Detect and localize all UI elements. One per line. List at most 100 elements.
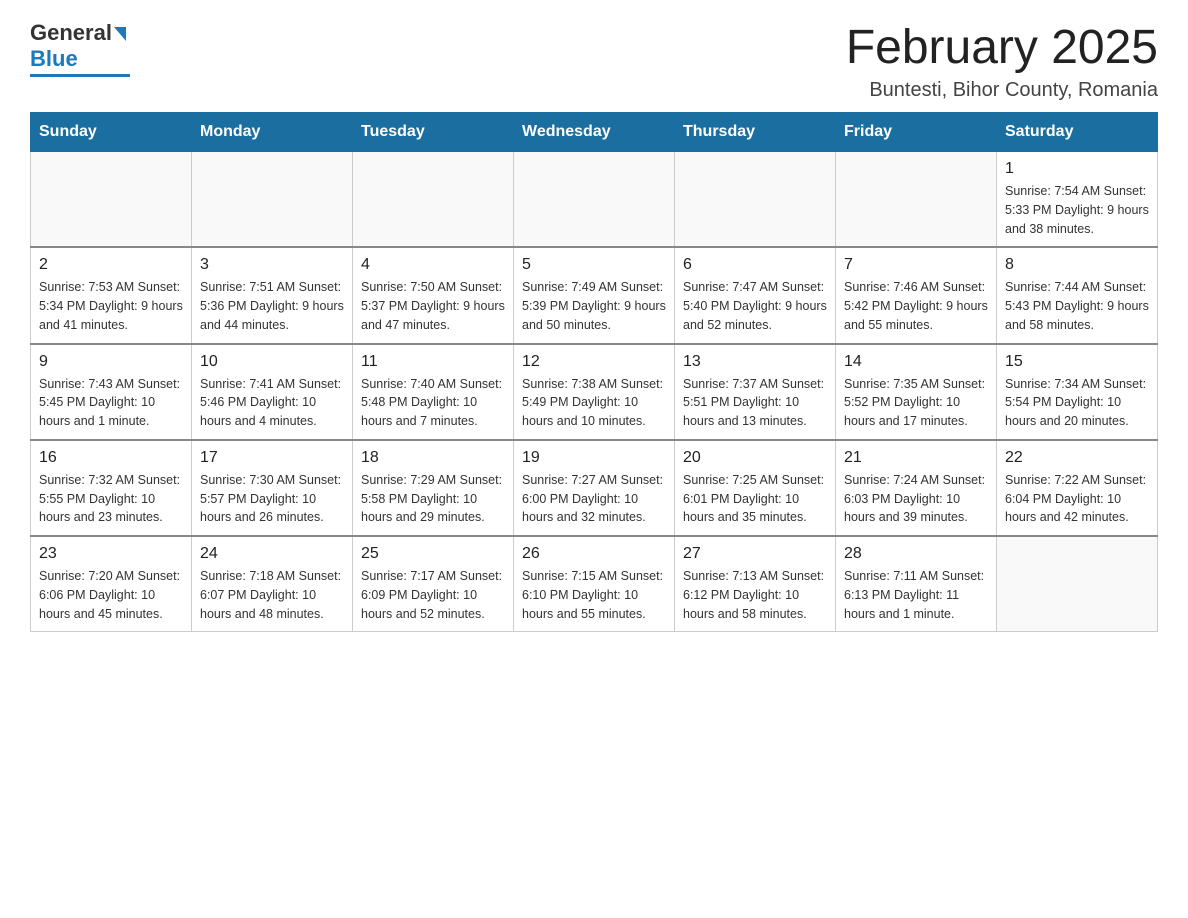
calendar-cell: 18Sunrise: 7:29 AM Sunset: 5:58 PM Dayli… (353, 440, 514, 536)
day-number: 9 (39, 353, 183, 371)
day-info: Sunrise: 7:11 AM Sunset: 6:13 PM Dayligh… (844, 567, 988, 623)
calendar-cell: 10Sunrise: 7:41 AM Sunset: 5:46 PM Dayli… (192, 344, 353, 440)
day-info: Sunrise: 7:50 AM Sunset: 5:37 PM Dayligh… (361, 278, 505, 334)
day-number: 14 (844, 353, 988, 371)
day-number: 11 (361, 353, 505, 371)
day-info: Sunrise: 7:47 AM Sunset: 5:40 PM Dayligh… (683, 278, 827, 334)
calendar-cell: 9 Sunrise: 7:43 AM Sunset: 5:45 PM Daylig… (31, 344, 192, 440)
day-number: 16 (39, 449, 183, 467)
day-info: Sunrise: 7:38 AM Sunset: 5:49 PM Dayligh… (522, 375, 666, 431)
month-title: February 2025 (846, 20, 1158, 75)
day-number: 25 (361, 545, 505, 563)
day-info: Sunrise: 7:51 AM Sunset: 5:36 PM Dayligh… (200, 278, 344, 334)
day-info: Sunrise: 7:18 AM Sunset: 6:07 PM Dayligh… (200, 567, 344, 623)
calendar-cell (514, 152, 675, 248)
day-info: Sunrise: 7:20 AM Sunset: 6:06 PM Dayligh… (39, 567, 183, 623)
calendar-header-row: SundayMondayTuesdayWednesdayThursdayFrid… (31, 113, 1158, 152)
day-info: Sunrise: 7:29 AM Sunset: 5:58 PM Dayligh… (361, 471, 505, 527)
column-header-monday: Monday (192, 113, 353, 152)
day-info: Sunrise: 7:27 AM Sunset: 6:00 PM Dayligh… (522, 471, 666, 527)
calendar-cell: 20 Sunrise: 7:25 AM Sunset: 6:01 PM Dayli… (675, 440, 836, 536)
calendar-cell: 13Sunrise: 7:37 AM Sunset: 5:51 PM Dayli… (675, 344, 836, 440)
calendar-cell: 5 Sunrise: 7:49 AM Sunset: 5:39 PM Daylig… (514, 247, 675, 343)
day-info: Sunrise: 7:49 AM Sunset: 5:39 PM Dayligh… (522, 278, 666, 334)
column-header-tuesday: Tuesday (353, 113, 514, 152)
logo-general-text: General (30, 20, 112, 46)
column-header-saturday: Saturday (997, 113, 1158, 152)
day-info: Sunrise: 7:40 AM Sunset: 5:48 PM Dayligh… (361, 375, 505, 431)
day-number: 3 (200, 256, 344, 274)
day-number: 7 (844, 256, 988, 274)
day-info: Sunrise: 7:44 AM Sunset: 5:43 PM Dayligh… (1005, 278, 1149, 334)
calendar-cell: 27Sunrise: 7:13 AM Sunset: 6:12 PM Dayli… (675, 536, 836, 632)
calendar-cell: 8 Sunrise: 7:44 AM Sunset: 5:43 PM Daylig… (997, 247, 1158, 343)
day-number: 17 (200, 449, 344, 467)
day-info: Sunrise: 7:43 AM Sunset: 5:45 PM Dayligh… (39, 375, 183, 431)
calendar-cell: 12 Sunrise: 7:38 AM Sunset: 5:49 PM Dayli… (514, 344, 675, 440)
day-number: 6 (683, 256, 827, 274)
day-info: Sunrise: 7:30 AM Sunset: 5:57 PM Dayligh… (200, 471, 344, 527)
day-info: Sunrise: 7:22 AM Sunset: 6:04 PM Dayligh… (1005, 471, 1149, 527)
day-info: Sunrise: 7:13 AM Sunset: 6:12 PM Dayligh… (683, 567, 827, 623)
day-info: Sunrise: 7:24 AM Sunset: 6:03 PM Dayligh… (844, 471, 988, 527)
calendar-cell: 25 Sunrise: 7:17 AM Sunset: 6:09 PM Dayli… (353, 536, 514, 632)
logo-blue-text: Blue (30, 46, 78, 72)
calendar-cell: 2 Sunrise: 7:53 AM Sunset: 5:34 PM Daylig… (31, 247, 192, 343)
column-header-sunday: Sunday (31, 113, 192, 152)
day-number: 19 (522, 449, 666, 467)
calendar-cell: 15 Sunrise: 7:34 AM Sunset: 5:54 PM Dayli… (997, 344, 1158, 440)
calendar-cell: 17 Sunrise: 7:30 AM Sunset: 5:57 PM Dayli… (192, 440, 353, 536)
logo-arrow-icon (114, 27, 126, 41)
logo-underline (30, 74, 130, 77)
calendar-week-2: 2 Sunrise: 7:53 AM Sunset: 5:34 PM Daylig… (31, 247, 1158, 343)
day-info: Sunrise: 7:25 AM Sunset: 6:01 PM Dayligh… (683, 471, 827, 527)
calendar-cell: 14 Sunrise: 7:35 AM Sunset: 5:52 PM Dayli… (836, 344, 997, 440)
calendar-cell: 26Sunrise: 7:15 AM Sunset: 6:10 PM Dayli… (514, 536, 675, 632)
calendar-cell (31, 152, 192, 248)
logo: General Blue (30, 20, 130, 77)
calendar-cell (192, 152, 353, 248)
calendar-cell: 19 Sunrise: 7:27 AM Sunset: 6:00 PM Dayli… (514, 440, 675, 536)
calendar-week-3: 9 Sunrise: 7:43 AM Sunset: 5:45 PM Daylig… (31, 344, 1158, 440)
day-number: 23 (39, 545, 183, 563)
day-info: Sunrise: 7:37 AM Sunset: 5:51 PM Dayligh… (683, 375, 827, 431)
day-number: 5 (522, 256, 666, 274)
day-number: 12 (522, 353, 666, 371)
day-number: 20 (683, 449, 827, 467)
calendar-cell: 3 Sunrise: 7:51 AM Sunset: 5:36 PM Daylig… (192, 247, 353, 343)
day-info: Sunrise: 7:46 AM Sunset: 5:42 PM Dayligh… (844, 278, 988, 334)
calendar-table: SundayMondayTuesdayWednesdayThursdayFrid… (30, 112, 1158, 632)
column-header-friday: Friday (836, 113, 997, 152)
calendar-week-1: 1 Sunrise: 7:54 AM Sunset: 5:33 PM Daylig… (31, 152, 1158, 248)
day-number: 8 (1005, 256, 1149, 274)
calendar-cell (353, 152, 514, 248)
day-number: 24 (200, 545, 344, 563)
calendar-cell (675, 152, 836, 248)
day-number: 2 (39, 256, 183, 274)
calendar-cell: 11 Sunrise: 7:40 AM Sunset: 5:48 PM Dayli… (353, 344, 514, 440)
calendar-week-4: 16 Sunrise: 7:32 AM Sunset: 5:55 PM Dayli… (31, 440, 1158, 536)
calendar-cell: 4Sunrise: 7:50 AM Sunset: 5:37 PM Daylig… (353, 247, 514, 343)
day-info: Sunrise: 7:34 AM Sunset: 5:54 PM Dayligh… (1005, 375, 1149, 431)
calendar-cell: 16 Sunrise: 7:32 AM Sunset: 5:55 PM Dayli… (31, 440, 192, 536)
calendar-cell: 28Sunrise: 7:11 AM Sunset: 6:13 PM Dayli… (836, 536, 997, 632)
location-subtitle: Buntesti, Bihor County, Romania (846, 79, 1158, 102)
day-info: Sunrise: 7:32 AM Sunset: 5:55 PM Dayligh… (39, 471, 183, 527)
calendar-cell: 6 Sunrise: 7:47 AM Sunset: 5:40 PM Daylig… (675, 247, 836, 343)
day-info: Sunrise: 7:41 AM Sunset: 5:46 PM Dayligh… (200, 375, 344, 431)
day-number: 15 (1005, 353, 1149, 371)
day-info: Sunrise: 7:54 AM Sunset: 5:33 PM Dayligh… (1005, 182, 1149, 238)
day-info: Sunrise: 7:35 AM Sunset: 5:52 PM Dayligh… (844, 375, 988, 431)
day-info: Sunrise: 7:17 AM Sunset: 6:09 PM Dayligh… (361, 567, 505, 623)
day-number: 21 (844, 449, 988, 467)
page-header: General Blue February 2025 Buntesti, Bih… (30, 20, 1158, 102)
day-info: Sunrise: 7:15 AM Sunset: 6:10 PM Dayligh… (522, 567, 666, 623)
calendar-cell: 24 Sunrise: 7:18 AM Sunset: 6:07 PM Dayli… (192, 536, 353, 632)
calendar-cell: 1 Sunrise: 7:54 AM Sunset: 5:33 PM Daylig… (997, 152, 1158, 248)
day-number: 1 (1005, 160, 1149, 178)
title-area: February 2025 Buntesti, Bihor County, Ro… (846, 20, 1158, 102)
day-info: Sunrise: 7:53 AM Sunset: 5:34 PM Dayligh… (39, 278, 183, 334)
column-header-wednesday: Wednesday (514, 113, 675, 152)
day-number: 22 (1005, 449, 1149, 467)
calendar-week-5: 23 Sunrise: 7:20 AM Sunset: 6:06 PM Dayli… (31, 536, 1158, 632)
